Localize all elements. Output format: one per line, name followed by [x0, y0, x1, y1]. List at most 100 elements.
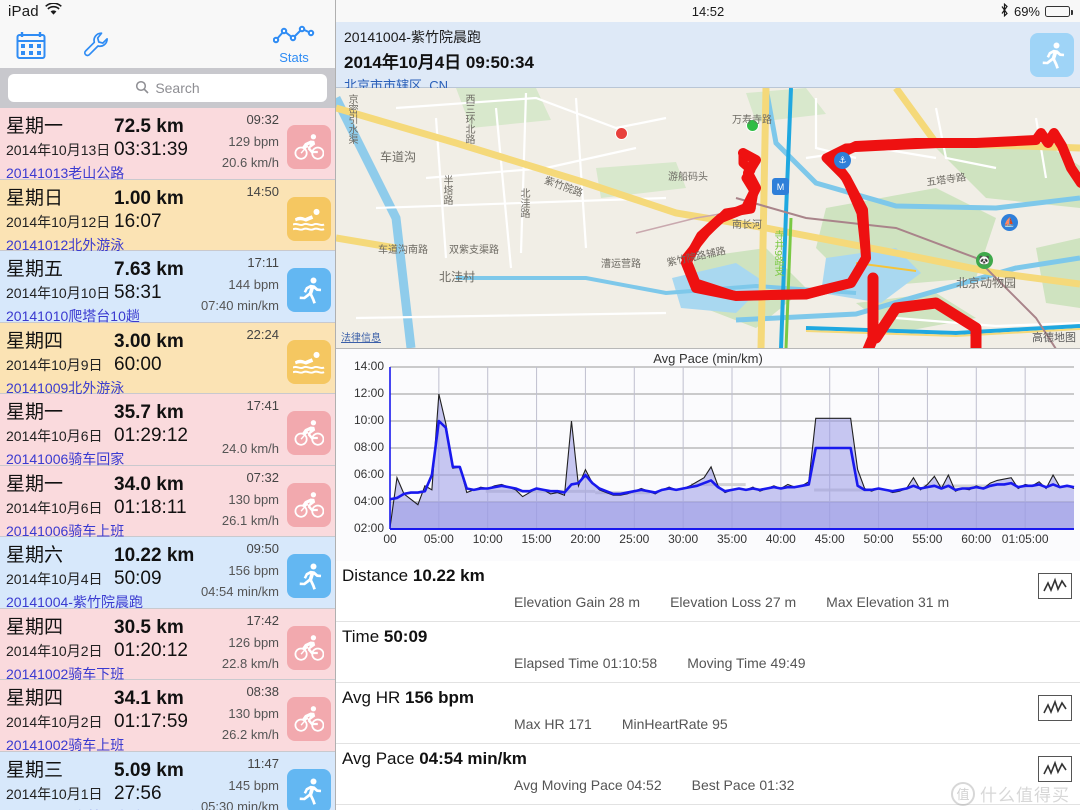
activity-list-item[interactable]: 星期日 1.00 km 2014年10月12日 16:07 20141012北外游泳 14…	[0, 179, 335, 253]
stat-label: Time	[342, 627, 380, 646]
activity-list-item[interactable]: 星期一 34.0 km 2014年10月6日 01:18:11 20141006骑车上班…	[0, 465, 335, 539]
site-watermark: 值 什么值得买	[951, 781, 1070, 806]
activity-date: 2014年10月10日	[6, 285, 111, 301]
map-legal-link[interactable]: 法律信息	[341, 329, 381, 344]
chart-y-tick: 12:00	[353, 386, 384, 400]
calendar-icon[interactable]	[14, 28, 48, 62]
activity-rate: 07:40 min/km	[200, 298, 279, 313]
map-label: 北洼村	[439, 270, 476, 284]
activity-distance: 1.00 km	[114, 187, 184, 209]
activity-sport-icon	[287, 768, 331, 810]
stat-label: Avg HR	[342, 688, 401, 707]
stat-sub-value: 28 m	[608, 594, 641, 610]
line-graph-icon[interactable]	[1038, 573, 1072, 599]
clock-label: 14:52	[691, 3, 725, 19]
activity-rate: 26.2 km/h	[221, 727, 279, 742]
line-graph-icon[interactable]	[1038, 756, 1072, 782]
stats-label: Stats	[279, 50, 309, 65]
activity-list-item[interactable]: 星期六 10.22 km 2014年10月4日 50:09 20141004-紫竹院晨跑…	[0, 537, 335, 610]
map-label: 寺井9路支	[772, 230, 783, 277]
chart-y-tick: 04:00	[353, 494, 384, 508]
activity-start-time: 17:11	[247, 255, 279, 270]
stat-sub: Max HR 171	[514, 716, 592, 732]
wrench-icon[interactable]	[80, 28, 114, 62]
stat-value: 10.22 km	[412, 566, 485, 585]
chart-title: Avg Pace (min/km)	[653, 351, 763, 366]
stat-value: 50:09	[383, 627, 428, 646]
activity-duration: 27:56	[114, 782, 162, 804]
activity-weekday: 星期日	[6, 187, 64, 209]
route-map[interactable]: ⚓ ⛵ 🐼 M 车道沟 车道沟南路 双紫支渠路 北洼村 北洼路 半塔路 紫竹院路…	[336, 88, 1080, 349]
search-bar: Search	[0, 68, 335, 108]
stat-sub-label: Avg Moving Pace	[514, 777, 623, 793]
chart-x-tick: 01:05:00	[1001, 532, 1049, 546]
activity-detail-panel: 14:52 69% 20141004-紫竹院晨跑 2014年10月4日 09:5…	[336, 0, 1080, 810]
watermark-mark: 值	[951, 781, 975, 806]
activity-heart-rate: 145 bpm	[228, 777, 279, 793]
activity-duration: 16:07	[114, 210, 162, 232]
activity-date: 2014年10月6日	[6, 428, 103, 444]
activity-list-item[interactable]: 星期一 72.5 km 2014年10月13日 03:31:39 20141013老山公…	[0, 108, 335, 181]
running-icon	[299, 277, 322, 304]
stat-sub: Elevation Loss 27 m	[670, 594, 796, 610]
stat-sub: Best Pace 01:32	[692, 777, 795, 793]
activity-heart-rate: 130 bpm	[228, 491, 279, 507]
activity-start-time: 14:50	[246, 183, 279, 199]
activity-sport-icon	[287, 625, 331, 670]
activity-distance: 30.5 km	[114, 616, 184, 638]
activity-name[interactable]: 20141001-文慧河水陆两项，跑2	[6, 807, 335, 810]
wifi-icon	[44, 2, 62, 19]
stat-sub-value: 01:10:58	[602, 655, 658, 671]
map-label: 北洼路	[518, 188, 529, 218]
activity-sport-icon	[287, 482, 331, 527]
activity-start-time: 22:24	[246, 326, 279, 342]
swimming-icon	[293, 351, 325, 374]
stat-row: Time 50:09 Elapsed Time 01:10:58 Moving Ti…	[336, 622, 1080, 683]
activity-list-item[interactable]: 星期三 5.09 km 2014年10月1日 27:56 20141001-文慧河水陆两…	[0, 751, 335, 810]
activity-list[interactable]: 星期一 72.5 km 2014年10月13日 03:31:39 20141013老山公…	[0, 108, 335, 810]
chart-y-tick: 06:00	[353, 467, 384, 481]
pace-chart[interactable]: Avg Pace (min/km) 02:00 04:00 06:00 08:00 10…	[336, 349, 1080, 561]
stat-row: Avg HR 156 bpm Max HR 171 MinHeartRate 95	[336, 683, 1080, 744]
activity-sport-icon	[287, 554, 331, 598]
watermark-text: 什么值得买	[980, 786, 1070, 805]
stat-main: Distance 10.22 km	[342, 566, 1080, 586]
activity-duration: 03:31:39	[114, 139, 188, 160]
status-bar-right: 14:52 69%	[336, 0, 1080, 22]
stat-sub-value: 27 m	[765, 594, 797, 610]
activity-sport-icon	[287, 268, 331, 312]
activity-duration: 01:20:12	[114, 639, 188, 661]
activity-list-item[interactable]: 星期五 7.63 km 2014年10月10日 58:31 20141010爬塔台10趟…	[0, 251, 335, 324]
activity-weekday: 星期五	[6, 259, 64, 280]
activity-sport-icon	[287, 339, 331, 384]
boat-dock-poi-icon: ⚓	[834, 152, 851, 169]
stat-sub-value: 171	[568, 716, 592, 732]
activity-rate: 04:54 min/km	[200, 584, 279, 599]
activity-date: 2014年10月2日	[6, 714, 103, 730]
stat-sub-label: Elapsed Time	[514, 655, 599, 671]
detail-header: 20141004-紫竹院晨跑 2014年10月4日 09:50:34 北京市市辖…	[336, 22, 1080, 93]
activity-duration: 58:31	[114, 282, 162, 303]
stat-sub-value: 01:32	[759, 777, 795, 793]
activity-date: 2014年10月13日	[6, 142, 111, 158]
map-label: 西三环北路	[463, 94, 474, 144]
activity-start-time: 09:50	[246, 541, 279, 556]
activity-list-item[interactable]: 星期四 34.1 km 2014年10月2日 01:17:59 20141002骑车上班…	[0, 680, 335, 753]
activity-weekday: 星期一	[6, 402, 64, 423]
activity-list-item[interactable]: 星期四 30.5 km 2014年10月2日 01:20:12 20141002骑车下班…	[0, 608, 335, 682]
search-input[interactable]: Search	[8, 74, 327, 102]
activity-heart-rate: 130 bpm	[228, 706, 279, 721]
map-label: 南长河	[732, 220, 762, 231]
activity-list-item[interactable]: 星期四 3.00 km 2014年10月9日 60:00 20141009北外游泳 22:…	[0, 322, 335, 396]
line-graph-icon[interactable]	[1038, 695, 1072, 721]
activity-weekday: 星期三	[6, 759, 64, 781]
stats-button[interactable]: Stats	[267, 25, 321, 65]
stat-sub-label: Max Elevation	[826, 594, 915, 610]
activity-date: 2014年10月9日	[6, 356, 103, 373]
activity-date: 2014年10月12日	[6, 213, 111, 230]
activity-list-item[interactable]: 星期一 35.7 km 2014年10月6日 01:29:12 20141006骑车回家…	[0, 394, 335, 467]
stat-sub-row: Elapsed Time 01:10:58 Moving Time 49:49	[342, 655, 1080, 671]
stat-sub-label: Max HR	[514, 716, 565, 732]
activity-distance: 72.5 km	[114, 116, 184, 137]
status-bar-left: iPad	[0, 0, 335, 22]
